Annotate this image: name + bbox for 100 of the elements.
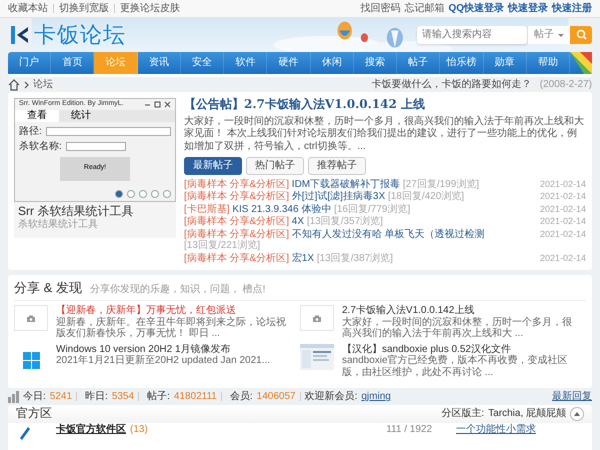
section-subtitle: 分享你发现的乐趣，知识，问题， 槽点! [90,284,266,296]
moderator-names[interactable]: Tarchia, 屁颠屁颠 [488,408,566,420]
top-link[interactable]: 更换论坛皮肤 [120,2,180,14]
share-title[interactable]: 2.7卡饭输入法V1.0.0.142上线 [342,305,578,317]
k-logo-icon [8,24,30,46]
post-category[interactable]: [病毒样本 分享&分析区] [184,178,290,190]
post-category[interactable]: [病毒样本 分享&分析区] [184,252,290,264]
nav-tab[interactable]: 怡乐榜 [440,52,484,74]
scope-label: 帖子 [534,29,554,41]
post-stats: [27回复/199浏览] [402,178,480,190]
carousel-dot[interactable] [139,190,147,198]
post-stats: [13回复/387浏览] [316,252,393,264]
post-date: 2021-02-14 [540,191,586,202]
section-title: 官方区 [16,407,52,422]
nav-tab[interactable]: 资讯 [138,52,181,74]
search-button[interactable] [570,26,592,44]
nav-tab[interactable]: 门户 [8,52,52,74]
nav-tab[interactable]: 安全 [180,52,224,74]
stat-label: 今日: [23,390,46,402]
forum-count: (13) [130,424,148,436]
caret-icon [558,34,564,36]
last-post-link[interactable]: 一个功能性小需求 [456,424,536,436]
post-title[interactable]: 宏1X [292,252,314,264]
top-link[interactable]: 快速注册 [552,2,592,14]
featured-title[interactable]: 【公告帖】2.7卡饭输入法V1.0.0.142 上线 [184,98,586,112]
breadcrumb-link[interactable]: 论坛 [33,78,53,90]
announcement-link[interactable]: 卡饭要做什么，卡饭的路要如何走？ [372,78,532,90]
moderators-label: 分区版主: [441,408,484,420]
post-title[interactable]: 不知有人发过没有哈 单板飞天（透视过检测 [292,228,485,240]
post-title[interactable]: KIS 21.3.9.346 体验中 [232,204,332,215]
top-link[interactable]: 收藏本站 [8,2,48,14]
post-category[interactable]: [病毒样本 分享&分析区] [184,191,290,202]
post-title[interactable]: 外[过]试[滤]挂病毒3X [292,191,386,202]
post-title[interactable]: 4X [292,216,304,228]
top-link[interactable]: QQ快速登录 [448,2,504,14]
post-date: 2021-02-14 [540,204,586,214]
section-heading: 分享 & 发现 [14,281,82,296]
post-date: 2021-02-14 [540,178,586,190]
slide-subtitle: 杀软结果统计工具 [18,218,99,230]
carousel-dot[interactable] [115,190,123,198]
post-category[interactable]: [病毒样本 分享&分析区] [184,216,290,228]
stat-value: 1406057 [256,390,296,402]
carousel-dot[interactable] [127,190,135,198]
post-date: 2021-02-14 [540,216,586,227]
nav-tab[interactable]: 勋章 [484,52,527,74]
share-title[interactable]: 【汉化】sandboxie plus 0.52汉化文件 [342,344,578,356]
featured-summary: 大家好，一段时间的沉寂和休整，历时一个多月，很高兴我们的输入法于年前再次上线和大家见面！ 本次上线我们针对论坛朋友们给我们提出的建议，进行了一些功能上的优化，例如增加了双拼，符号输入，ctrl切换等。... [184,116,585,154]
forum-name[interactable]: 卡饭官方软件区 [56,424,126,436]
windows-logo-icon [22,352,40,370]
search-icon [576,29,586,40]
carousel-dot[interactable] [163,190,171,198]
stat-label: 会员: [230,390,253,402]
post-date: 2021-02-14 [540,228,586,240]
share-title[interactable]: 【迎新春，庆新年】万事无忧，红包派送 [56,305,292,317]
stat-label: 昨日: [85,390,108,402]
stat-label: 欢迎新会员: [304,390,358,402]
share-summary: 2021年1月21日更新至20H2 updated Jan 2021... [56,355,270,367]
share-summary: sandboxie官方已经免费，版本不再收费，变成社区版，由社区维护，此处不再讨论 ... [342,355,569,378]
site-logo[interactable]: 卡饭论坛 [34,24,126,46]
stat-value: 5241 [50,390,72,402]
camera-icon [27,314,35,322]
carousel-dot[interactable] [151,190,159,198]
stat-label: 帖子: [147,390,170,402]
nav-tab[interactable]: 搜索 [354,52,398,74]
post-tab[interactable]: 最新帖子 [184,157,242,175]
nav-tab[interactable]: 帖子 [397,52,440,74]
latest-replies-link[interactable]: 最新回复 [552,390,592,402]
post-tab[interactable]: 热门帖子 [246,157,304,175]
post-stats: [13回复/221浏览] [184,240,260,252]
top-link[interactable]: 快速登录 [508,2,548,14]
camera-icon [313,314,321,322]
scope-dropdown[interactable]: 帖子 [527,26,570,44]
post-title[interactable]: IDM下载器破解补丁报毒 [292,178,400,190]
post-date: 2021-02-14 [540,252,586,264]
slide-title[interactable]: Srr 杀软结果统计工具 [18,205,172,219]
post-category[interactable]: [病毒样本 分享&分析区] [184,228,290,240]
home-icon [8,78,20,90]
app-input-field[interactable] [46,126,171,136]
chevron-icon [24,80,29,88]
app-input-field[interactable] [66,142,126,152]
nav-tab[interactable]: 休闲 [310,52,354,74]
nav-tab[interactable]: 软件 [224,52,268,74]
nav-tab[interactable]: 硬件 [267,52,311,74]
post-stats: [18回复/420浏览] [388,191,464,203]
post-tab[interactable]: 推荐帖子 [308,157,366,175]
app-field-label: 路径: [19,126,42,137]
member-link[interactable]: qjming [361,390,391,402]
collapse-button[interactable] [570,407,584,422]
top-link[interactable]: 切换到宽版 [59,2,109,14]
share-summary: 大家好，一段时间的沉寂和休整，历时一个多月，很高兴我们的输入法于年前再次上线和大 ... [342,316,573,340]
share-title[interactable]: Windows 10 version 20H2 1月镜像发布 [56,344,270,356]
top-link[interactable]: 找回密码 [360,2,400,14]
chevron-up-icon [574,412,580,416]
top-link[interactable]: 忘记邮箱 [404,2,444,14]
nav-tab[interactable]: 帮助 [526,52,570,74]
post-category[interactable]: [卡巴斯基] [184,204,230,215]
app-tab[interactable]: 查看 [15,110,59,122]
stat-value: 5354 [112,390,134,402]
app-field-label: 杀软名称: [19,141,62,152]
post-stats: [13回复/357浏览] [306,216,383,228]
